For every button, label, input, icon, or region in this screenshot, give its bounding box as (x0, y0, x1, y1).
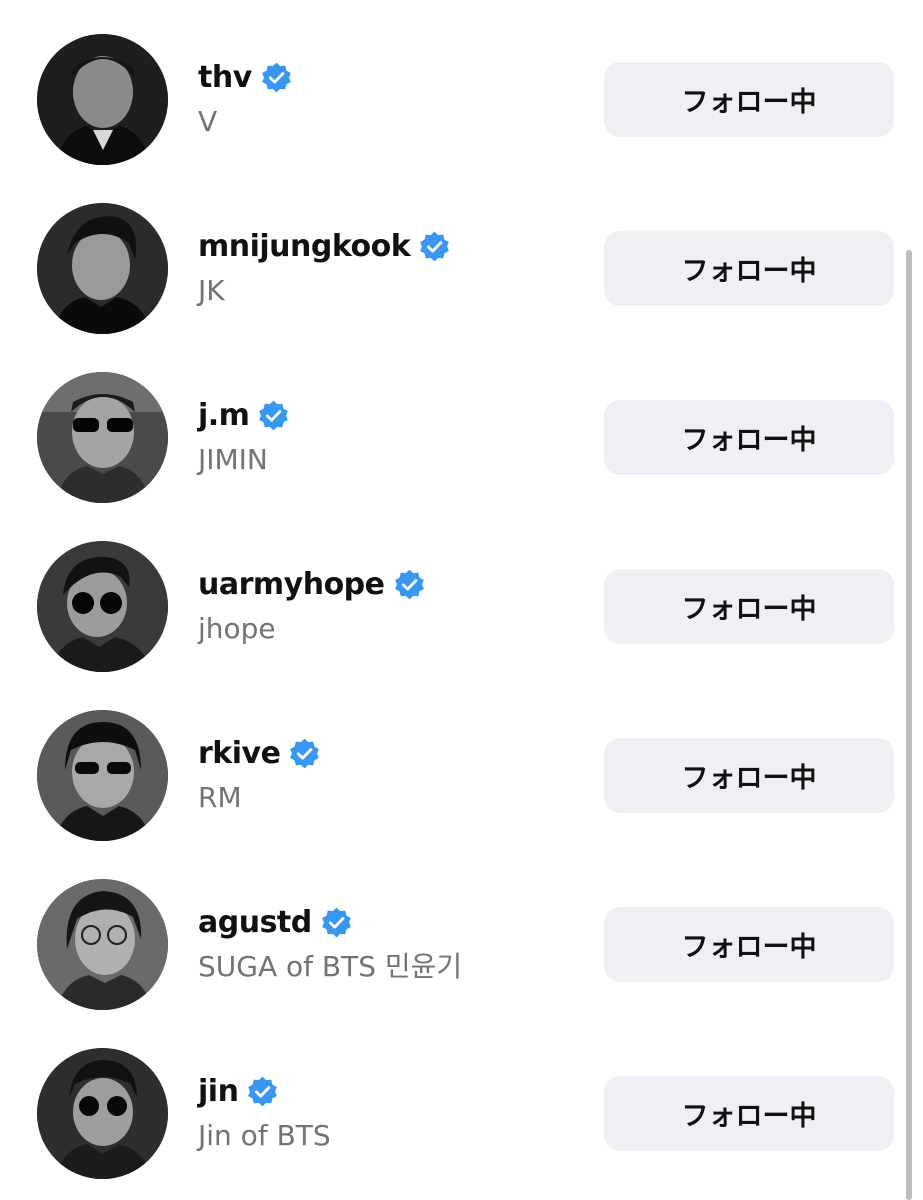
list-item: j.m JIMIN フォロー中 (0, 338, 923, 507)
username-line: j.m (198, 394, 290, 436)
profile-photo (37, 203, 168, 334)
following-button[interactable]: フォロー中 (604, 569, 894, 644)
verified-badge-icon (261, 62, 291, 92)
verified-badge-icon (321, 907, 351, 937)
username-line: jin (198, 1070, 279, 1112)
list-item: mnijungkook JK フォロー中 (0, 169, 923, 338)
avatar[interactable] (37, 203, 168, 334)
following-button[interactable]: フォロー中 (604, 1076, 894, 1151)
avatar[interactable] (37, 541, 168, 672)
list-item: thv V フォロー中 (0, 0, 923, 169)
full-name: Jin of BTS (198, 1119, 331, 1152)
username[interactable]: j.m (198, 398, 250, 433)
username-line: agustd (198, 901, 353, 943)
username-line: thv (198, 56, 293, 98)
profile-photo (37, 34, 168, 165)
verified-badge-icon (394, 569, 424, 599)
profile-photo (37, 1048, 168, 1179)
scrollbar[interactable] (906, 250, 912, 1200)
username[interactable]: agustd (198, 905, 312, 940)
list-item: rkive RM フォロー中 (0, 676, 923, 845)
verified-badge-icon (259, 400, 289, 430)
avatar[interactable] (37, 372, 168, 503)
verified-badge-icon (420, 231, 450, 261)
username-line: rkive (198, 732, 321, 774)
profile-photo (37, 879, 168, 1010)
full-name: jhope (198, 612, 276, 645)
username-line: mnijungkook (198, 225, 451, 267)
username[interactable]: rkive (198, 736, 281, 771)
full-name: JIMIN (198, 443, 268, 476)
avatar[interactable] (37, 710, 168, 841)
following-button[interactable]: フォロー中 (604, 62, 894, 137)
list-item: uarmyhope jhope フォロー中 (0, 507, 923, 676)
username-line: uarmyhope (198, 563, 426, 605)
following-button[interactable]: フォロー中 (604, 907, 894, 982)
avatar[interactable] (37, 879, 168, 1010)
full-name: V (198, 105, 218, 138)
list-item: agustd SUGA of BTS 민윤기 フォロー中 (0, 845, 923, 1014)
following-button[interactable]: フォロー中 (604, 400, 894, 475)
profile-photo (37, 541, 168, 672)
avatar[interactable] (37, 1048, 168, 1179)
username[interactable]: uarmyhope (198, 567, 385, 602)
full-name: SUGA of BTS 민윤기 (198, 950, 463, 983)
username[interactable]: jin (198, 1074, 239, 1109)
username[interactable]: thv (198, 60, 252, 95)
full-name: JK (198, 274, 225, 307)
following-button[interactable]: フォロー中 (604, 738, 894, 813)
username[interactable]: mnijungkook (198, 229, 411, 264)
verified-badge-icon (290, 738, 320, 768)
list-item: jin Jin of BTS フォロー中 (0, 1014, 923, 1183)
profile-photo (37, 710, 168, 841)
profile-photo (37, 372, 168, 503)
full-name: RM (198, 781, 242, 814)
following-button[interactable]: フォロー中 (604, 231, 894, 306)
avatar[interactable] (37, 34, 168, 165)
verified-badge-icon (248, 1076, 278, 1106)
